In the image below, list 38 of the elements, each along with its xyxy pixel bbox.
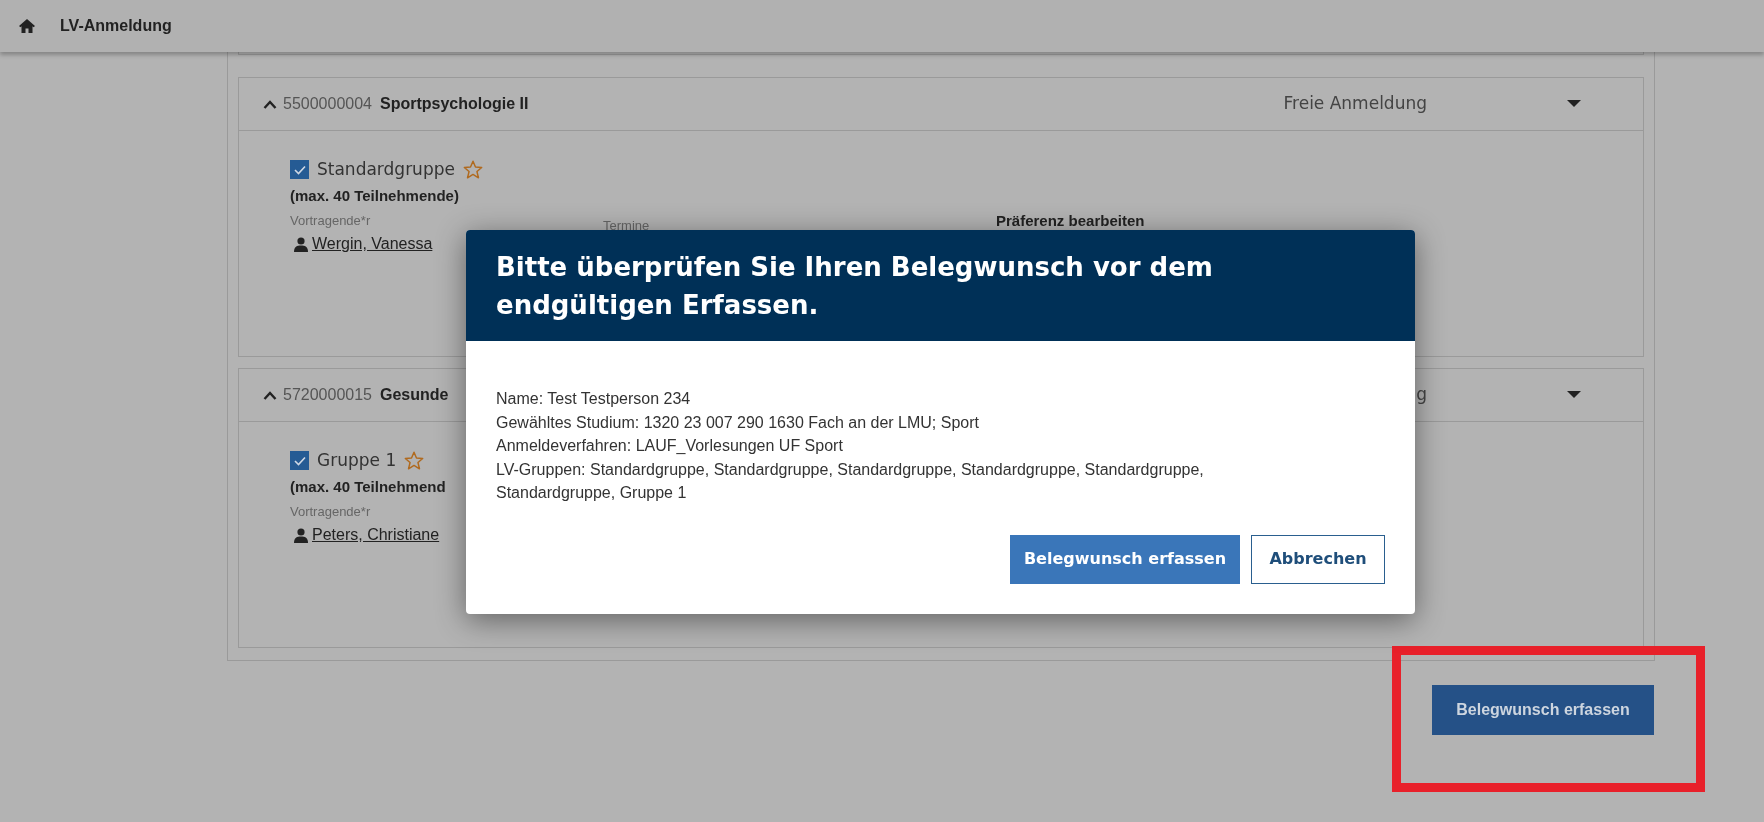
course-title: Sportpsychologie II xyxy=(380,94,529,114)
chevron-up-icon[interactable] xyxy=(263,390,277,400)
star-icon[interactable] xyxy=(404,451,425,471)
group-name: Standardgruppe xyxy=(317,158,455,181)
lecturer-label: Vortragende*r xyxy=(290,504,372,519)
course-number: 5720000015 xyxy=(283,385,372,405)
dropdown-caret-icon[interactable] xyxy=(1567,391,1581,399)
course-number: 5500000004 xyxy=(283,94,372,114)
user-icon xyxy=(294,236,308,252)
star-icon[interactable] xyxy=(462,160,483,180)
checkmark-icon[interactable] xyxy=(293,164,306,175)
checkbox[interactable] xyxy=(290,160,309,180)
submit-button[interactable]: Belegwunsch erfassen xyxy=(1432,685,1654,735)
preference-label: Präferenz bearbeiten xyxy=(996,213,1145,231)
course-title: Gesunde xyxy=(380,385,449,405)
confirm-button[interactable]: Belegwunsch erfassen xyxy=(1010,534,1240,584)
home-icon[interactable] xyxy=(18,18,36,34)
capacity-text: (max. 40 Teilnehmend xyxy=(290,476,446,497)
capacity-text: (max. 40 Teilnehmende) xyxy=(290,185,459,206)
summary-text: LV-Gruppen: Standardgruppe, Standardgruppe, Standardgruppe, Standardgruppe, Standardgruppe, Standardgruppe, Gruppe 1 xyxy=(496,459,1205,503)
checkmark-icon[interactable] xyxy=(293,455,306,466)
chevron-up-icon[interactable] xyxy=(263,99,277,109)
lecturer-label: Vortragende*r xyxy=(290,213,372,228)
dates-label: Termine xyxy=(603,218,650,233)
procedure-label: Freie Anmeldung xyxy=(1283,92,1427,116)
checkbox[interactable] xyxy=(290,451,309,471)
dialog-title: Bitte überprüfen Sie Ihren Belegwunsch vor dem endgültigen Erfassen. xyxy=(496,250,1214,322)
page-title: LV-Anmeldung xyxy=(60,16,172,36)
group-name: Gruppe 1 xyxy=(317,449,397,472)
cancel-button[interactable]: Abbrechen xyxy=(1251,534,1385,584)
dropdown-caret-icon[interactable] xyxy=(1567,100,1581,108)
lecturer-link[interactable]: Peters, Christiane xyxy=(312,523,440,547)
procedure-label: g xyxy=(1416,383,1427,407)
user-icon xyxy=(294,527,308,543)
summary-text: Gewähltes Studium: 1320 23 007 290 1630 Fach an der LMU; Sport xyxy=(496,412,980,433)
lecturer-link[interactable]: Wergin, Vanessa xyxy=(312,232,433,256)
summary-text: Anmeldeverfahren: LAUF_Vorlesungen UF Sport xyxy=(496,436,844,456)
summary-text: Name: Test Testperson 234 xyxy=(496,389,692,409)
